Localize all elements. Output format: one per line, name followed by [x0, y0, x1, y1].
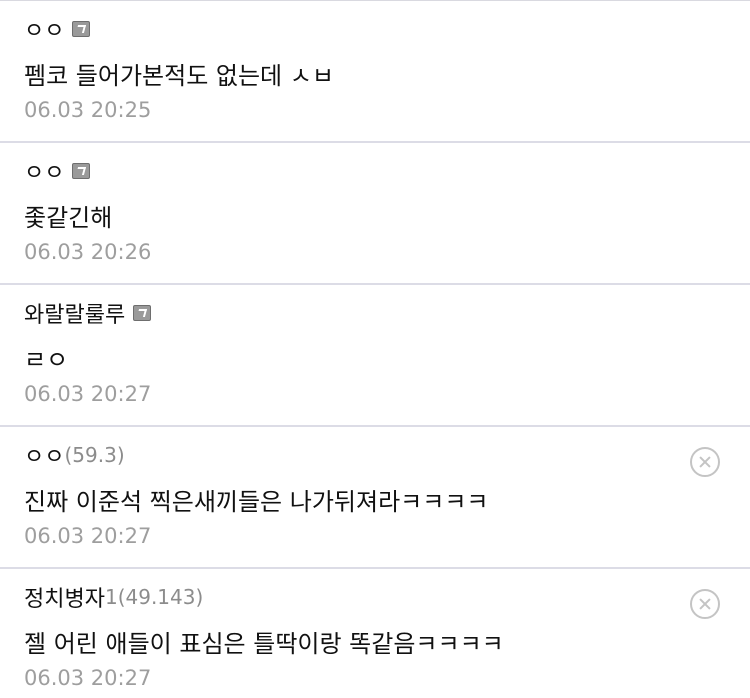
comment-nickname[interactable]: ㅇㅇ [24, 439, 64, 471]
comment-item: ㅇㅇ 펨코 들어가본적도 없는데 ㅅㅂ 06.03 20:25 [0, 1, 750, 143]
comment-list: ㅇㅇ 펨코 들어가본적도 없는데 ㅅㅂ 06.03 20:25 ㅇㅇ 좇같긴해 … [0, 0, 750, 698]
comment-date: 06.03 20:27 [24, 666, 152, 690]
comment-item: ㅇㅇ (59.3) 진짜 이준석 찍은새끼들은 나가뒤져라ㅋㅋㅋㅋ 06.03 … [0, 427, 750, 569]
comment-date: 06.03 20:27 [24, 524, 152, 548]
comment-nickname[interactable]: 정치병자 [24, 581, 105, 613]
comment-body: 좇같긴해 [24, 203, 113, 232]
comment-header: ㅇㅇ (59.3) [24, 440, 726, 470]
comment-date: 06.03 20:27 [24, 382, 152, 406]
comment-ip: 1(49.143) [104, 585, 204, 609]
comment-item: 와랄랄룰루 ㄹㅇ 06.03 20:27 [0, 285, 750, 427]
comment-item: ㅇㅇ 좇같긴해 06.03 20:26 [0, 143, 750, 285]
comment-header: ㅇㅇ [24, 156, 726, 186]
fixed-nick-icon [133, 305, 152, 321]
comment-ip: (59.3) [64, 443, 125, 467]
comment-header: ㅇㅇ [24, 14, 726, 44]
comment-date: 06.03 20:26 [24, 240, 152, 264]
fixed-nick-icon [72, 163, 91, 179]
comment-item: 정치병자 1(49.143) 젤 어린 애들이 표심은 틀딱이랑 똑같음ㅋㅋㅋㅋ… [0, 569, 750, 698]
comment-header: 정치병자 1(49.143) [24, 582, 726, 612]
comment-body: 젤 어린 애들이 표심은 틀딱이랑 똑같음ㅋㅋㅋㅋ [24, 629, 504, 658]
comment-body: 펨코 들어가본적도 없는데 ㅅㅂ [24, 61, 334, 90]
comment-body: 진짜 이준석 찍은새끼들은 나가뒤져라ㅋㅋㅋㅋ [24, 487, 489, 516]
delete-circle-x-icon[interactable] [690, 589, 720, 619]
comment-header: 와랄랄룰루 [24, 298, 726, 328]
comment-date: 06.03 20:25 [24, 98, 152, 122]
fixed-nick-icon [72, 21, 91, 37]
comment-nickname[interactable]: ㅇㅇ [24, 155, 64, 187]
comment-nickname[interactable]: ㅇㅇ [24, 13, 64, 45]
delete-circle-x-icon[interactable] [690, 447, 720, 477]
comment-body: ㄹㅇ [24, 345, 69, 374]
comment-nickname[interactable]: 와랄랄룰루 [24, 297, 125, 329]
